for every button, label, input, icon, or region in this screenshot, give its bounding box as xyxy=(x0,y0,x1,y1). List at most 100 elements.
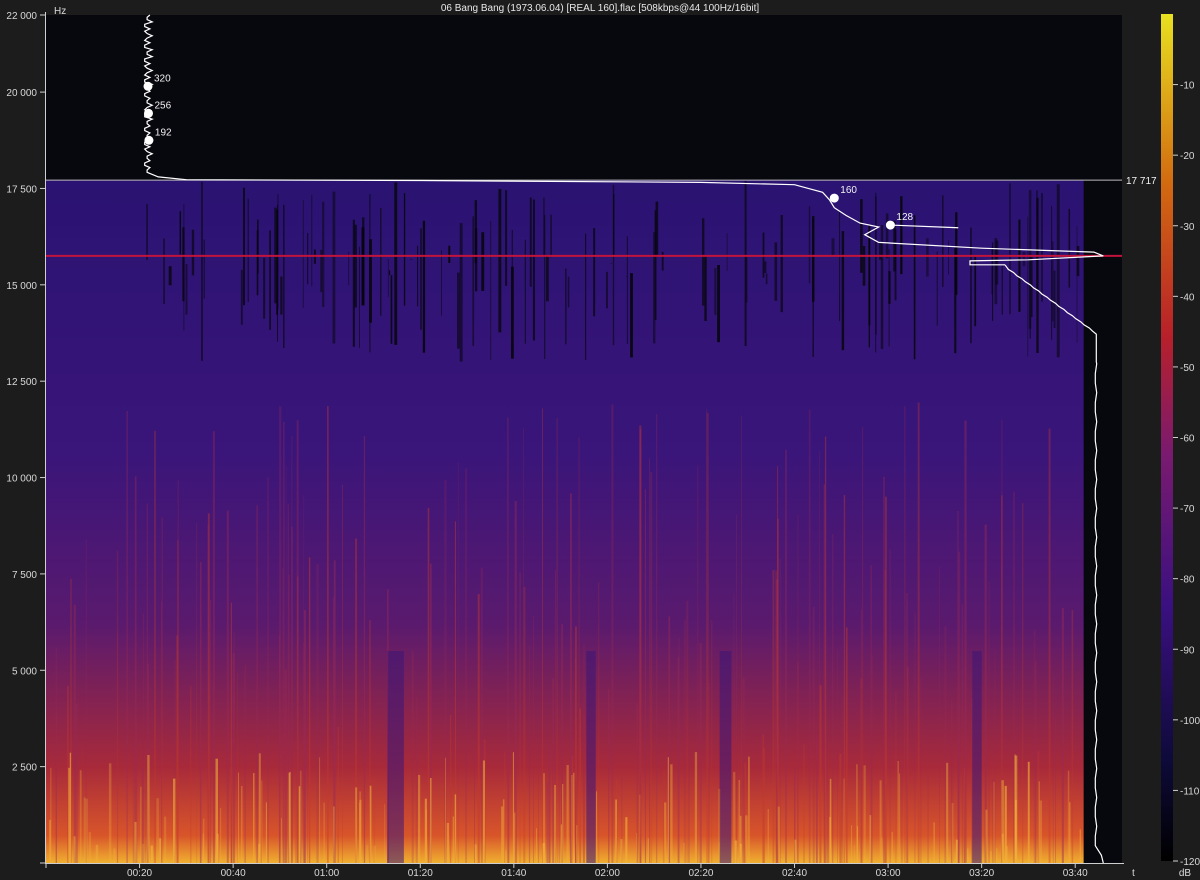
energy-streak xyxy=(688,747,690,863)
quiet-gap xyxy=(191,229,195,276)
energy-streak xyxy=(901,759,903,863)
energy-streak-bright xyxy=(1069,802,1071,863)
energy-streak xyxy=(363,436,366,863)
quiet-gap xyxy=(529,197,532,287)
bitrate-label-256: 256 xyxy=(155,100,172,111)
energy-streak xyxy=(294,784,297,863)
energy-streak xyxy=(415,697,418,863)
energy-streak xyxy=(812,606,815,863)
energy-streak-bright xyxy=(869,815,872,863)
cutoff-label: 17 717 xyxy=(1126,176,1157,187)
energy-streak xyxy=(860,609,862,863)
energy-streak-bright xyxy=(446,823,449,863)
energy-streak xyxy=(578,437,580,863)
colorbar-unit: dB xyxy=(1179,868,1192,879)
energy-streak xyxy=(920,678,922,863)
quiet-gap xyxy=(613,194,615,258)
energy-streak xyxy=(961,604,964,863)
y-tick-label: 12 500 xyxy=(6,377,37,388)
energy-streak xyxy=(871,654,873,863)
energy-streak xyxy=(207,525,209,863)
energy-streak xyxy=(307,692,309,863)
energy-streak xyxy=(519,572,521,863)
energy-streak xyxy=(284,669,287,863)
energy-streak-bright xyxy=(990,851,992,863)
energy-streak-bright xyxy=(88,832,91,863)
quiet-gap xyxy=(913,215,916,360)
quiet-gap xyxy=(1051,241,1054,322)
quiet-gap xyxy=(626,236,628,344)
energy-streak xyxy=(917,402,920,863)
energy-streak-bright xyxy=(373,845,376,863)
energy-streak xyxy=(226,510,229,863)
energy-streak-bright xyxy=(571,775,573,863)
energy-streak xyxy=(803,744,805,863)
quiet-gap xyxy=(168,266,172,286)
energy-streak xyxy=(55,711,57,863)
quiet-gap xyxy=(182,227,185,302)
bitrate-marker-320 xyxy=(143,81,153,91)
energy-streak-bright xyxy=(620,839,623,863)
energy-streak xyxy=(963,767,965,863)
energy-streak xyxy=(649,458,650,863)
energy-streak xyxy=(212,431,215,863)
energy-streak xyxy=(296,576,299,863)
quiet-gap xyxy=(420,228,422,330)
colorbar-tick-label: -80 xyxy=(1180,575,1195,586)
quiet-gap xyxy=(831,238,835,257)
quiet-gap xyxy=(283,204,285,348)
energy-streak xyxy=(656,414,658,863)
energy-streak-bright xyxy=(445,757,446,863)
quiet-gap xyxy=(606,271,608,309)
energy-streak-bright xyxy=(69,752,72,863)
energy-streak-bright xyxy=(319,757,321,863)
energy-streak xyxy=(862,426,864,863)
quiet-gap xyxy=(1027,216,1029,357)
energy-streak-bright xyxy=(424,798,427,863)
quiet-gap xyxy=(900,196,903,275)
energy-streak-bright xyxy=(48,819,51,863)
energy-streak xyxy=(819,685,822,863)
energy-streak-bright xyxy=(156,798,159,863)
quiet-gap xyxy=(380,207,382,316)
quiet-gap xyxy=(991,247,994,295)
energy-streak-bright xyxy=(636,832,638,863)
quiet-gap xyxy=(610,262,612,264)
energy-streak xyxy=(841,696,844,863)
quiet-gap xyxy=(948,240,949,275)
energy-streak-bright xyxy=(502,799,505,863)
energy-streak xyxy=(230,602,232,863)
energy-streak-bright xyxy=(897,761,899,863)
energy-streak-bright xyxy=(536,828,537,863)
quiet-gap xyxy=(203,239,205,299)
energy-streak-bright xyxy=(1038,781,1040,863)
x-tick-label: 01:40 xyxy=(501,868,526,879)
energy-streak-bright xyxy=(853,845,855,863)
energy-streak-bright xyxy=(140,786,142,863)
energy-streak xyxy=(1048,428,1051,863)
energy-streak xyxy=(411,651,414,863)
quiet-gap xyxy=(936,251,938,326)
x-tick-label: 03:20 xyxy=(969,868,994,879)
energy-streak xyxy=(598,582,600,863)
energy-streak xyxy=(177,540,179,863)
x-tick-label: 01:20 xyxy=(408,868,433,879)
quiet-gap xyxy=(352,219,355,347)
energy-streak-bright xyxy=(794,839,797,863)
quiet-gap xyxy=(394,182,398,345)
quiet-section xyxy=(719,651,732,863)
energy-streak xyxy=(579,708,582,863)
energy-streak xyxy=(533,616,534,863)
energy-streak xyxy=(988,581,990,863)
quiet-gap xyxy=(1076,226,1078,343)
energy-streak xyxy=(762,734,764,863)
quiet-gap xyxy=(387,259,389,298)
energy-streak-bright xyxy=(639,794,641,863)
energy-streak-bright xyxy=(300,770,302,863)
quiet-gap xyxy=(332,191,336,344)
quiet-gap xyxy=(1056,184,1060,358)
quiet-gap xyxy=(550,214,552,258)
quiet-gap xyxy=(860,199,863,273)
energy-streak-bright xyxy=(777,806,780,863)
energy-streak xyxy=(73,604,76,863)
